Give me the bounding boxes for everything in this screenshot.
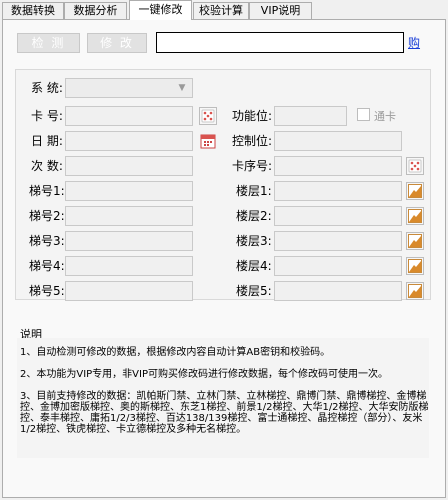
floor-1-field[interactable]: [274, 181, 402, 201]
universal-card-label: 通卡: [374, 110, 396, 123]
floor-3-label: 楼层3:: [236, 234, 272, 248]
random-card-button[interactable]: [199, 107, 217, 125]
ladder-2-label: 梯号2:: [29, 209, 65, 223]
count-label: 次 数:: [31, 159, 63, 173]
ladder-2-field[interactable]: [65, 206, 193, 226]
card-number-field[interactable]: [65, 106, 193, 126]
tab-bar: 数据转换 数据分析 一键修改 校验计算 VIP说明: [0, 0, 448, 20]
ladder-4-label: 梯号4:: [29, 259, 65, 273]
tab-one-click-modify[interactable]: 一键修改: [129, 0, 192, 20]
ladder-4-field[interactable]: [65, 256, 193, 276]
description-panel: 1、自动检测可修改的数据，根据修改内容自动计算AB密钥和校验码。 2、本功能为V…: [17, 338, 429, 458]
floor-chart-icon: [408, 234, 422, 248]
control-label: 控制位:: [232, 134, 273, 148]
floor-2-field[interactable]: [274, 206, 402, 226]
floor-chart-icon: [408, 259, 422, 273]
floor-2-picker-button[interactable]: [406, 207, 424, 225]
dice-icon: [201, 109, 215, 123]
ladder-1-field[interactable]: [65, 181, 193, 201]
tab-checksum-calc[interactable]: 校验计算: [193, 2, 249, 19]
floor-chart-icon: [408, 284, 422, 298]
system-select[interactable]: ▼: [65, 78, 193, 98]
date-field[interactable]: [65, 131, 193, 151]
description-line-1: 1、自动检测可修改的数据，根据修改内容自动计算AB密钥和校验码。: [20, 347, 331, 358]
random-sequence-button[interactable]: [406, 157, 424, 175]
tab-data-analysis[interactable]: 数据分析: [64, 2, 127, 19]
data-input[interactable]: [156, 32, 404, 53]
floor-3-field[interactable]: [274, 231, 402, 251]
tab-vip-info[interactable]: VIP说明: [249, 2, 312, 19]
function-label: 功能位:: [232, 109, 273, 123]
date-label: 日 期:: [31, 134, 63, 148]
ladder-5-label: 梯号5:: [29, 284, 65, 298]
floor-4-label: 楼层4:: [236, 259, 272, 273]
description-line-2: 2、本功能为VIP专用，非VIP可购买修改码进行修改数据，每个修改码可使用一次。: [20, 369, 389, 380]
floor-4-picker-button[interactable]: [406, 257, 424, 275]
ladder-3-label: 梯号3:: [29, 234, 65, 248]
card-sequence-label: 卡序号:: [232, 159, 273, 173]
floor-5-picker-button[interactable]: [406, 282, 424, 300]
calendar-button[interactable]: [199, 132, 217, 150]
description-line-3: 3、目前支持修改的数据：凯帕斯门禁、立林门禁、立林梯控、鼎博门禁、鼎博梯控、金博…: [20, 391, 429, 435]
chevron-down-icon: ▼: [178, 83, 186, 93]
floor-2-label: 楼层2:: [236, 209, 272, 223]
tab-data-convert[interactable]: 数据转换: [2, 2, 64, 19]
function-field[interactable]: [274, 106, 347, 126]
card-number-label: 卡 号:: [31, 109, 63, 123]
floor-3-picker-button[interactable]: [406, 232, 424, 250]
modify-button[interactable]: 修 改: [87, 33, 147, 53]
card-sequence-field[interactable]: [274, 156, 402, 176]
floor-5-label: 楼层5:: [236, 284, 272, 298]
floor-5-field[interactable]: [274, 281, 402, 301]
count-field[interactable]: [65, 156, 193, 176]
ladder-1-label: 梯号1:: [29, 184, 65, 198]
detect-button[interactable]: 检 测: [17, 33, 80, 53]
floor-chart-icon: [408, 209, 422, 223]
system-label: 系 统:: [31, 81, 63, 95]
buy-link[interactable]: 购: [408, 34, 420, 51]
ladder-5-field[interactable]: [65, 281, 193, 301]
universal-card-checkbox[interactable]: [357, 108, 370, 121]
calendar-icon: [200, 134, 216, 149]
dice-icon: [408, 159, 422, 173]
control-field[interactable]: [274, 131, 402, 151]
floor-1-label: 楼层1:: [236, 184, 272, 198]
ladder-3-field[interactable]: [65, 231, 193, 251]
floor-4-field[interactable]: [274, 256, 402, 276]
floor-chart-icon: [408, 184, 422, 198]
floor-1-picker-button[interactable]: [406, 182, 424, 200]
